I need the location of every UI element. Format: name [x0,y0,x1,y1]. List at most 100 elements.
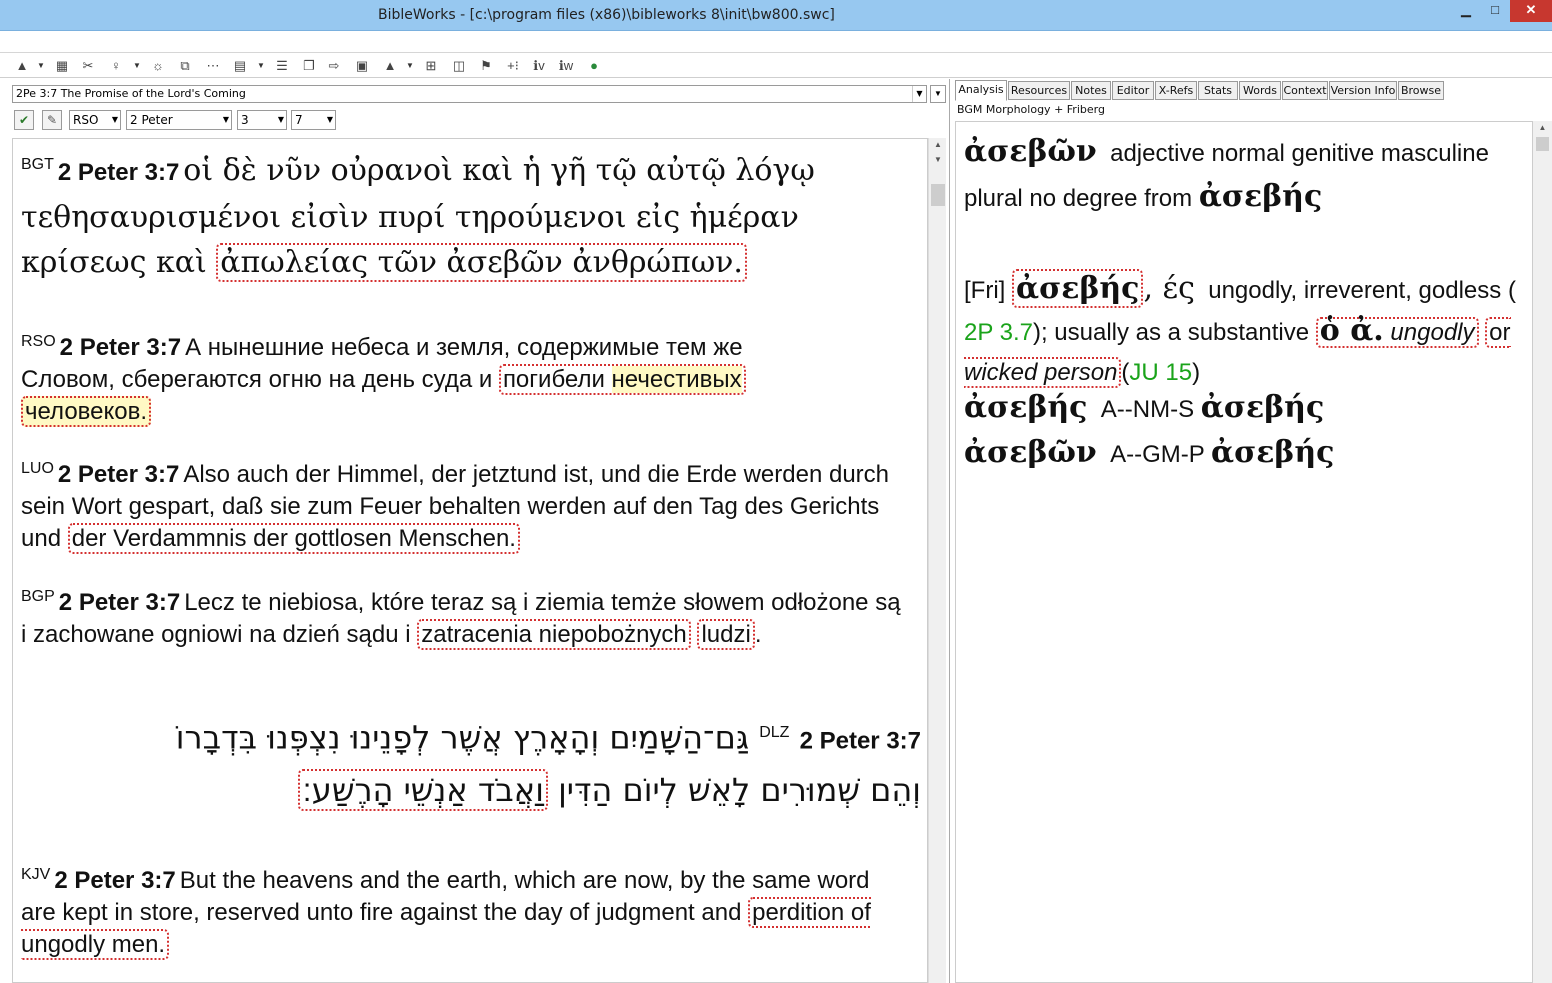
scroll-thumb[interactable] [1536,137,1549,151]
verse-bgp: BGP 2 Peter 3:7 Lecz te niebiosa, które te… [21,581,901,651]
version-label: KJV [21,866,51,883]
tab-analysis[interactable]: Analysis [955,80,1007,101]
sun-icon[interactable]: ☼ [148,56,168,76]
gloss-text: ungodly [1390,319,1475,346]
book-select[interactable]: 2 Peter ▼ [126,110,232,130]
search-icon[interactable]: ▲ [12,56,32,76]
title-bar: BibleWorks - [c:\program files (x86)\bib… [0,0,1552,31]
vertical-scrollbar[interactable]: ▲ ▼ [928,138,946,983]
analysis-content: ἀσεβῶν adjective normal genitive masculi… [955,121,1533,983]
chapter-select[interactable]: 3 ▼ [237,110,287,130]
close-button[interactable]: ✕ [1510,0,1552,22]
search-options-icon[interactable]: ▲ [380,56,400,76]
scroll-thumb[interactable] [931,184,945,206]
info-w-icon[interactable]: ℹw [555,56,577,76]
version-label: BGP [21,588,55,605]
copy-icon[interactable]: ❐ [299,56,319,76]
cross-reference-link[interactable]: JU 15 [1129,359,1192,386]
morph-lemma[interactable]: ἀσεβής [1201,390,1324,425]
panel-icon[interactable]: ◫ [449,56,469,76]
tab-words[interactable]: Words [1239,81,1281,100]
verse-value: 7 [295,113,303,127]
tab-stats[interactable]: Stats [1198,81,1238,100]
highlighted-phrase[interactable]: погибели нечестивых [498,364,746,395]
highlighted-phrase[interactable]: der Verdammnis der gottlosen Menschen. [67,523,520,554]
link-icon[interactable]: ✎ [42,110,62,130]
globe-icon[interactable]: ● [584,56,604,76]
highlighted-phrase[interactable]: ludzi [697,619,755,650]
chevron-down-icon[interactable]: ▼ [37,57,45,75]
list-icon[interactable]: ☰ [272,56,292,76]
reference-title: 2Pe 3:7 The Promise of the Lord's Coming [16,87,246,100]
highlighted-phrase[interactable]: ἀπωλείας τῶν ἀσεβῶν ἀνθρώπων. [216,243,747,282]
verse-reference[interactable]: 2 Peter 3:7 [58,461,179,488]
print-icon[interactable]: ▣ [352,56,372,76]
version-label: BGT [21,156,54,173]
tab-editor[interactable]: Editor [1112,81,1154,100]
flag-icon[interactable]: ⚑ [476,56,496,76]
morph-line-2: ἀσεβῶν A--GM-P ἀσεβής [964,435,1334,470]
tab-browse[interactable]: Browse [1398,81,1444,100]
tab-context[interactable]: Context [1282,81,1328,100]
verse-reference[interactable]: 2 Peter 3:7 [59,589,180,616]
verse-dlz: 2 Peter 3:7 DLZ גַּם־הַשָּׁמַיִם וְהָאָר… [21,709,921,814]
person-icon[interactable]: ♀ [106,56,126,76]
menu-bar [0,31,1552,53]
verse-reference[interactable]: 2 Peter 3:7 [800,728,921,755]
grid-icon[interactable]: ▤ [230,56,250,76]
version-select[interactable]: RSO ▼ [69,110,121,130]
highlighted-phrase[interactable]: וַאֲבֹד אַנְשֵׁי הָרֶשַׁע׃ [298,768,548,811]
tab-resources[interactable]: Resources [1008,81,1070,100]
morph-word: ἀσεβής [964,390,1088,425]
minimize-button[interactable]: ▁ [1452,0,1480,22]
chevron-down-icon: ▼ [111,115,118,124]
verse-text: גַּם־הַשָּׁמַיִם וְהָאָרֶץ אֲשֶׁר לְפָנֵ… [175,718,750,757]
highlighted-phrase[interactable]: zatracenia niepobożnych [417,619,691,650]
verse-reference[interactable]: 2 Peter 3:7 [60,334,181,361]
checkmark-icon[interactable]: ✔ [14,110,34,130]
parse-line-2: plural no degree from ἀσεβής [964,179,1322,214]
info-v-icon[interactable]: ℹv [528,56,550,76]
calendar-icon[interactable]: ▦ [52,56,72,76]
tab-version-info[interactable]: Version Info [1329,81,1397,100]
windows-icon[interactable]: ⧉ [175,56,195,76]
export-icon[interactable]: ⇨ [324,56,344,76]
verse-reference[interactable]: 2 Peter 3:7 [54,867,175,894]
version-label: LUO [21,460,54,477]
lemma[interactable]: ἀσεβής [1199,179,1322,214]
book-value: 2 Peter [130,113,173,127]
version-label: RSO [21,333,56,350]
chevron-down-icon[interactable]: ▼ [912,86,926,102]
friberg-tag: [Fri] [964,277,1006,304]
dots-icon[interactable]: ⋯ [203,56,223,76]
tab-xrefs[interactable]: X-Refs [1155,81,1197,100]
version-label: DLZ [759,724,790,741]
chevron-down-icon[interactable]: ▼ [257,57,265,75]
analyzed-word: ἀσεβῶν [964,134,1097,169]
layout-icon[interactable]: ⊞ [421,56,441,76]
scroll-up-icon[interactable]: ▲ [1533,121,1552,135]
morph-lemma[interactable]: ἀσεβής [1211,435,1334,470]
verse-reference[interactable]: 2 Peter 3:7 [58,159,179,186]
gloss-text: wicked person [964,359,1118,386]
chevron-down-icon[interactable]: ▼ [930,85,946,103]
morph-line-1: ἀσεβής A--NM-S ἀσεβής [964,390,1324,425]
chevron-down-icon[interactable]: ▼ [133,57,141,75]
vertical-scrollbar[interactable]: ▲ [1533,121,1552,983]
cross-reference-link[interactable]: 2P 3.7 [964,319,1033,346]
maximize-button[interactable]: □ [1480,0,1510,22]
cut-icon[interactable]: ✂ [78,56,98,76]
tab-notes[interactable]: Notes [1071,81,1111,100]
verse-text: . [754,621,762,648]
highlighted-phrase[interactable]: человеков. [21,396,152,427]
chevron-down-icon: ▼ [277,115,284,124]
highlighted-phrase[interactable]: ὁ ἀ. ungodly [1315,313,1479,348]
chevron-down-icon[interactable]: ▼ [406,57,414,75]
reference-title-combo[interactable]: 2Pe 3:7 The Promise of the Lord's Coming… [12,85,927,103]
scroll-down-icon[interactable]: ▼ [929,153,947,167]
add-icon[interactable]: +⁝ [502,56,524,76]
friberg-ending: , ές [1143,271,1195,306]
friberg-lemma[interactable]: ἀσεβής [1012,269,1144,308]
verse-select[interactable]: 7 ▼ [291,110,336,130]
scroll-up-icon[interactable]: ▲ [929,138,947,152]
